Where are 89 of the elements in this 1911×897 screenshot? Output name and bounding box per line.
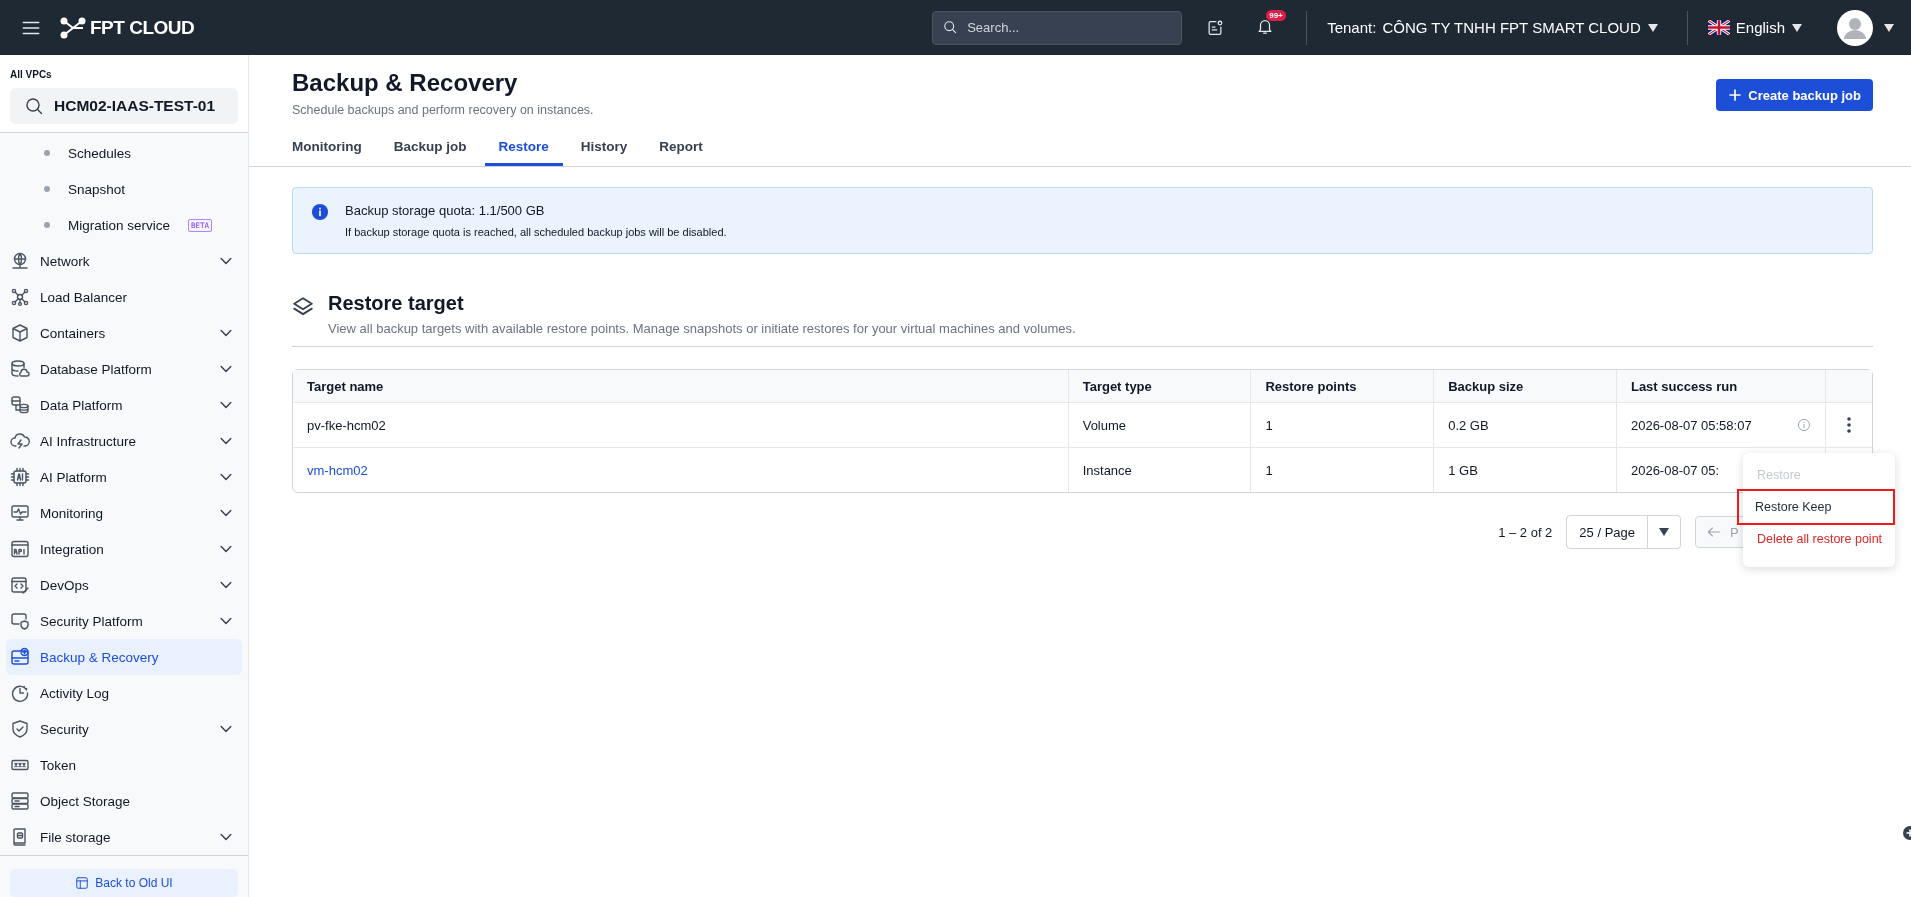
flag-icon: [1707, 20, 1730, 35]
menu-item[interactable]: Restore Keep: [1737, 489, 1895, 525]
sidebar-item[interactable]: Network: [6, 243, 242, 279]
menu-item[interactable]: Delete all restore point: [1743, 525, 1895, 553]
sidebar-item[interactable]: Containers: [6, 315, 242, 351]
sidebar-item[interactable]: Activity Log: [6, 675, 242, 711]
server-sync-icon: [10, 647, 30, 667]
database-cloud-icon: [10, 359, 30, 379]
table-cell: Instance: [1082, 462, 1132, 478]
column-header: Target name: [293, 370, 1069, 403]
logo-icon: [60, 16, 86, 39]
section-description: View all backup targets with available restore points. Manage snapshots or initiate restores for your virtual machines and volumes.: [328, 321, 1076, 336]
alert-message: If backup storage quota is reached, all scheduled backup jobs will be disabled.: [345, 226, 727, 238]
pagination-range: 1 – 2 of 2: [1498, 524, 1553, 540]
back-to-old-ui-button[interactable]: Back to Old UI: [10, 869, 238, 897]
sidebar-item[interactable]: Data Platform: [6, 387, 242, 423]
network-nodes-icon: [10, 287, 30, 307]
tab[interactable]: Report: [645, 135, 717, 166]
caret-icon[interactable]: [1658, 527, 1670, 537]
create-backup-job-button[interactable]: Create backup job: [1716, 79, 1873, 111]
chip-icon: [10, 467, 30, 487]
sidebar-item[interactable]: Monitoring: [6, 495, 242, 531]
tab[interactable]: Monitoring: [292, 135, 376, 166]
clock-icon: [10, 683, 30, 703]
page-title: Backup & Recovery: [292, 69, 519, 97]
sidebar-item[interactable]: Security Platform: [6, 603, 242, 639]
sidebar-item[interactable]: Database Platform: [6, 351, 242, 387]
avatar-icon[interactable]: [1837, 9, 1873, 46]
arrow-left-icon: [1706, 524, 1722, 540]
sidebar-item[interactable]: Security: [6, 711, 242, 747]
table-cell: 1: [1265, 462, 1273, 478]
plus-icon: [1728, 88, 1743, 102]
logo-text: FPT CLOUD: [90, 16, 195, 39]
page-subtitle: Schedule backups and perform recovery on instances.: [292, 103, 595, 117]
sidebar-item[interactable]: Token: [6, 747, 242, 783]
sidebar-item[interactable]: AI Infrastructure: [6, 423, 242, 459]
tenant-name[interactable]: CÔNG TY TNHH FPT SMART CLOUD: [1382, 19, 1641, 36]
sidebar-subitem[interactable]: Schedules: [6, 135, 242, 171]
document-gear-icon: [1206, 18, 1225, 37]
column-header: Restore points: [1251, 370, 1435, 403]
page-size-select[interactable]: 25 / Page: [1566, 515, 1681, 549]
search-icon: [942, 18, 959, 35]
server-stack-icon: [10, 791, 30, 811]
tab[interactable]: History: [566, 135, 642, 166]
cloud-bolt-icon: [10, 431, 30, 451]
language-select[interactable]: English: [1735, 19, 1785, 36]
column-header: Backup size: [1434, 370, 1617, 403]
monitor-icon: [10, 503, 30, 523]
layers-icon: [292, 296, 314, 318]
notification-badge: 99+: [1266, 9, 1286, 21]
sidebar-item[interactable]: Backup & Recovery: [6, 639, 242, 675]
search-field[interactable]: Search...: [932, 10, 1183, 45]
tenant-label: Tenant:: [1327, 19, 1377, 36]
table-cell: pv-fke-hcm02: [307, 417, 386, 433]
api-window-icon: [10, 539, 30, 559]
table-cell: Volume: [1082, 417, 1127, 433]
shield-check-icon: [10, 719, 30, 739]
caret-icon[interactable]: [1791, 22, 1803, 33]
sidebar-item[interactable]: Object Storage: [6, 783, 242, 819]
table-cell: 0.2 GB: [1448, 417, 1489, 433]
layout-icon: [75, 876, 90, 890]
code-window-icon: [10, 575, 30, 595]
vpc-label: All VPCs: [10, 69, 53, 80]
sidebar-item[interactable]: Integration: [6, 531, 242, 567]
section-title: Restore target: [328, 292, 465, 315]
target-link[interactable]: vm-hcm02: [307, 462, 368, 478]
sidebar-item[interactable]: AI Platform: [6, 459, 242, 495]
column-header: Target type: [1068, 370, 1252, 403]
table-cell: 1: [1265, 417, 1273, 433]
vpc-selector[interactable]: HCM02-IAAS-TEST-01: [10, 88, 238, 124]
table-cell: 1 GB: [1448, 462, 1478, 478]
sidebar-item[interactable]: DevOps: [6, 567, 242, 603]
alert-title: Backup storage quota: 1.1/500 GB: [345, 203, 546, 218]
table-cell: 2026-08-07 05:: [1630, 462, 1720, 478]
sidebar-subitem[interactable]: Snapshot: [6, 171, 242, 207]
tab[interactable]: Backup job: [379, 135, 481, 166]
sidebar-item[interactable]: Load Balancer: [6, 279, 242, 315]
caret-icon[interactable]: [1883, 22, 1895, 33]
tab[interactable]: Restore: [484, 135, 563, 166]
column-header: Last success run: [1616, 370, 1826, 403]
search-icon: [24, 96, 44, 116]
table-cell: 2026-08-07 05:58:07: [1630, 417, 1752, 433]
shield-window-icon: [10, 611, 30, 631]
sidebar-item[interactable]: File storage: [6, 819, 242, 855]
globe-icon: [10, 251, 30, 271]
database-stack-icon: [10, 395, 30, 415]
box-icon: [10, 323, 30, 343]
info-icon: [311, 203, 329, 221]
caret-icon[interactable]: [1646, 22, 1659, 33]
